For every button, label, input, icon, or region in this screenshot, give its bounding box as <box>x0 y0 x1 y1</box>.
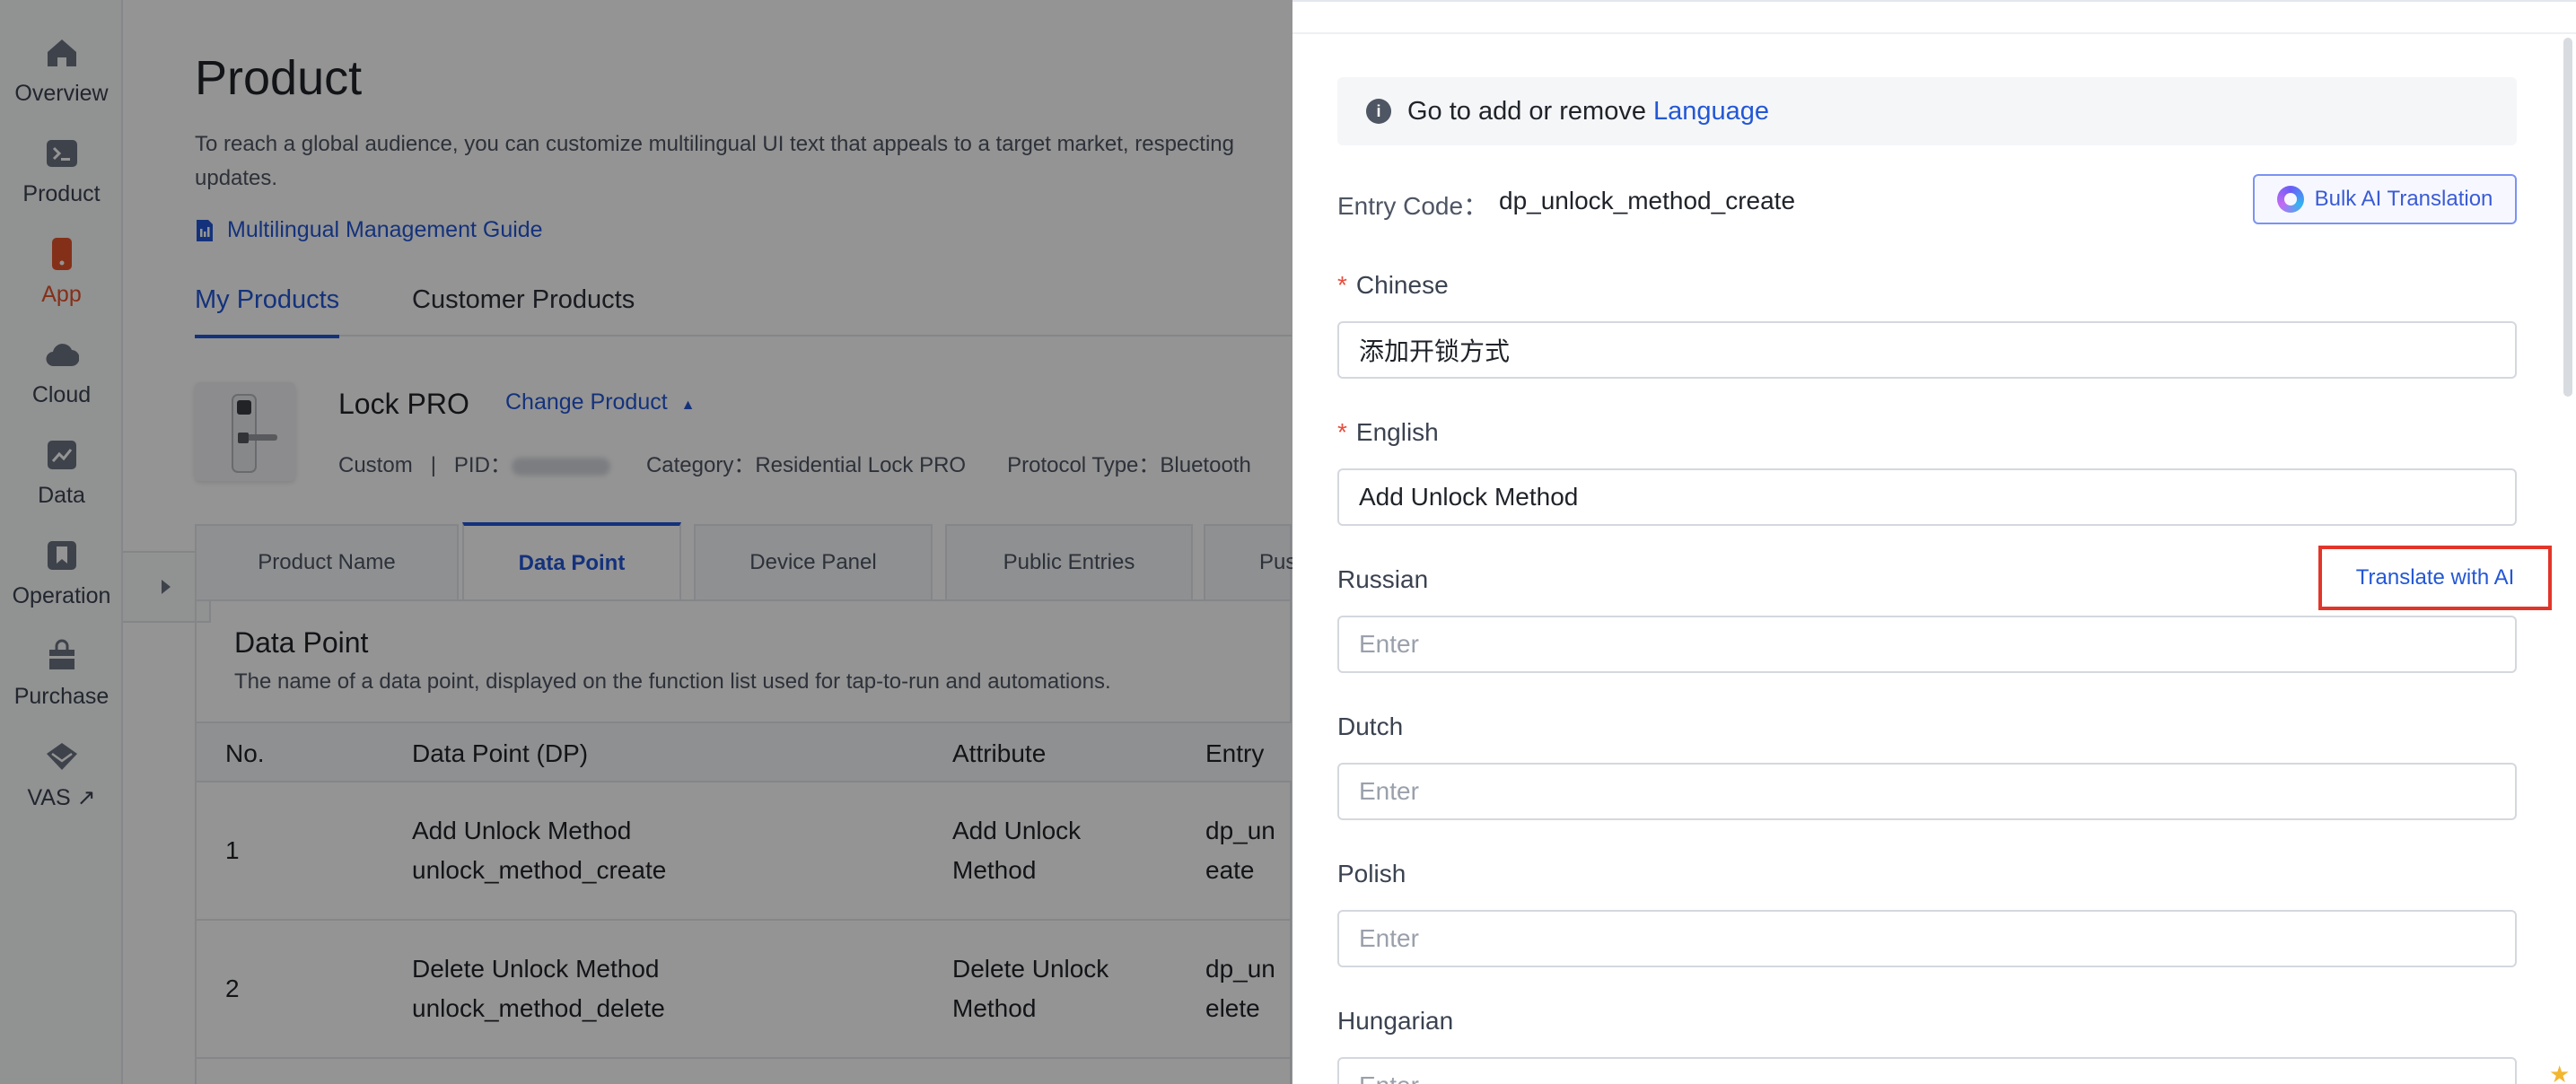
field-label-chinese: * Chinese <box>1337 271 1449 300</box>
field-label-hungarian: Hungarian <box>1337 1007 1454 1035</box>
polish-input[interactable] <box>1337 910 2517 967</box>
field-label-polish: Polish <box>1337 860 1406 887</box>
translate-with-ai-label: Translate with AI <box>2355 565 2515 590</box>
bulk-ai-translation-label: Bulk AI Translation <box>2314 187 2493 211</box>
info-text: Go to add or remove <box>1407 96 1646 126</box>
language-link[interactable]: Language <box>1653 97 1769 127</box>
field-label-dutch: Dutch <box>1337 712 1404 740</box>
hungarian-input[interactable] <box>1337 1057 2517 1084</box>
drawer-header-divider <box>1292 32 2576 34</box>
russian-input[interactable] <box>1337 616 2517 673</box>
dutch-input[interactable] <box>1337 763 2517 820</box>
drawer-scrollbar[interactable] <box>2563 38 2572 397</box>
field-label-text: Chinese <box>1355 271 1449 299</box>
required-mark: * <box>1337 418 1347 446</box>
translate-with-ai-button[interactable]: Translate with AI <box>2318 546 2552 610</box>
field-label-english: * English <box>1337 418 1439 447</box>
translation-drawer: i Go to add or remove Language Entry Cod… <box>1292 0 2576 1084</box>
field-label-text: English <box>1355 418 1439 446</box>
star-icon: ★ <box>2549 1061 2571 1084</box>
modal-backdrop[interactable] <box>0 0 1292 1084</box>
language-info-bar: i Go to add or remove Language <box>1337 77 2517 145</box>
english-input[interactable] <box>1337 468 2517 526</box>
ai-orb-icon <box>2276 186 2304 213</box>
entry-code-label: Entry Code： <box>1337 192 1489 220</box>
required-mark: * <box>1337 271 1347 299</box>
info-icon: i <box>1366 99 1391 124</box>
field-label-russian: Russian <box>1337 565 1429 593</box>
bulk-ai-translation-button[interactable]: Bulk AI Translation <box>2253 174 2517 224</box>
entry-code-value: dp_unlock_method_create <box>1499 187 1796 214</box>
chinese-input[interactable] <box>1337 321 2517 379</box>
